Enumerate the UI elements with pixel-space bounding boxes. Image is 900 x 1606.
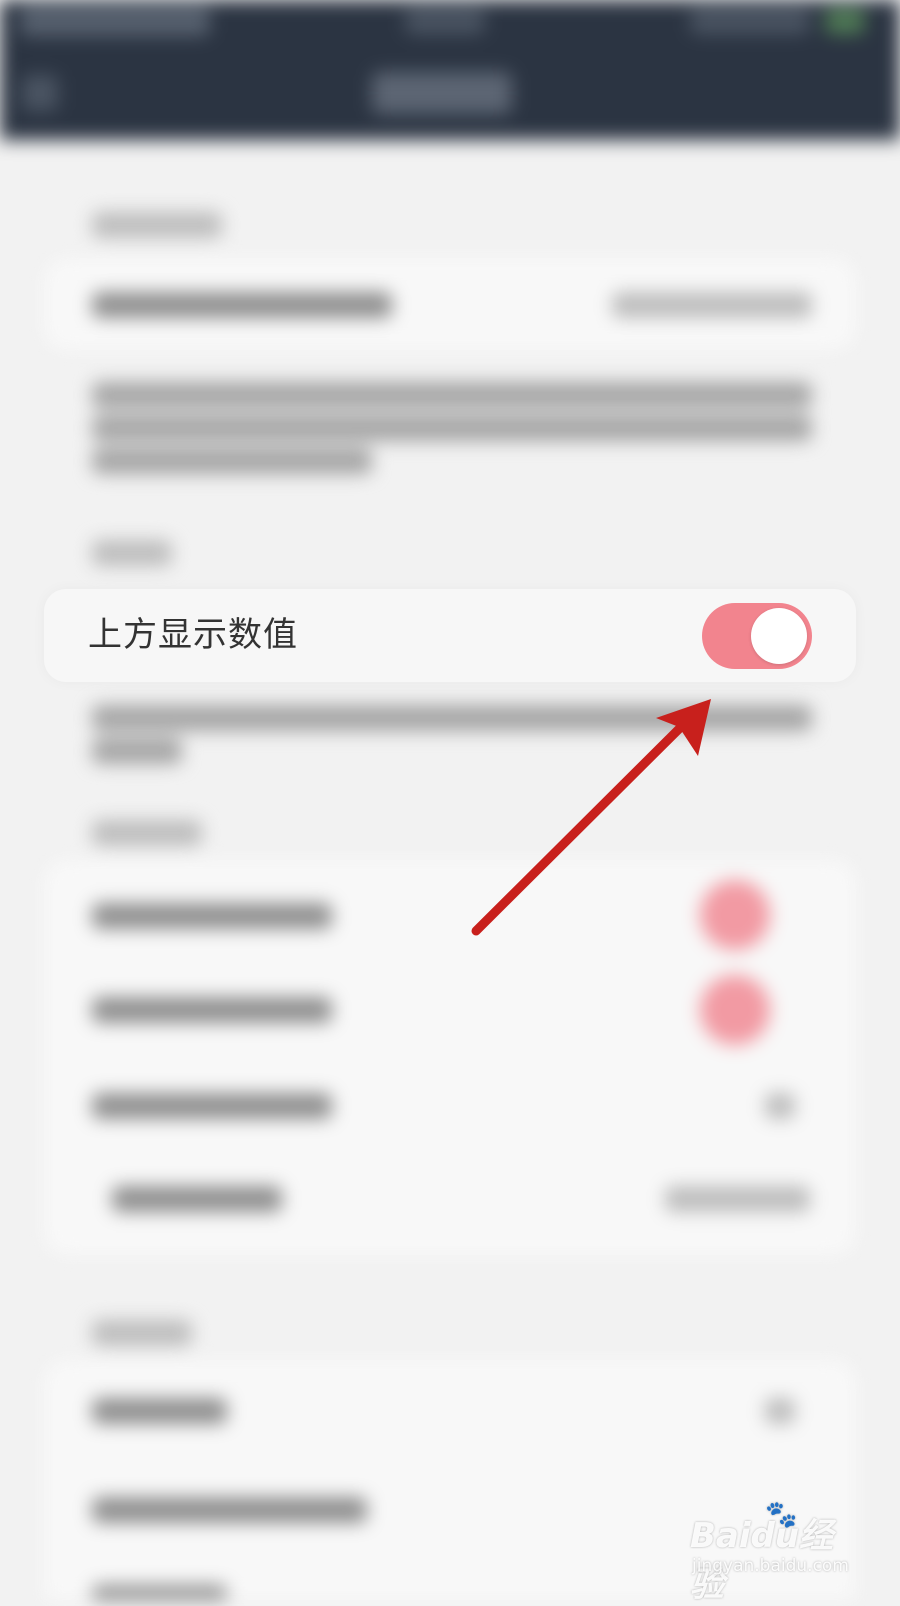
status-bar-left bbox=[20, 6, 210, 36]
description-text bbox=[92, 382, 812, 408]
back-icon bbox=[22, 75, 58, 111]
header-title bbox=[372, 72, 512, 114]
toggle-knob bbox=[751, 608, 807, 664]
chevron-right-icon bbox=[765, 1093, 795, 1119]
show-value-above-toggle[interactable] bbox=[702, 603, 812, 669]
setting-label bbox=[92, 997, 332, 1023]
toggle-on bbox=[700, 880, 770, 950]
battery-icon bbox=[825, 8, 865, 34]
description-text bbox=[92, 448, 372, 474]
description-text bbox=[92, 738, 182, 764]
chevron-right-icon bbox=[765, 1398, 795, 1424]
watermark-url: jingyan.baidu.com bbox=[692, 1556, 849, 1576]
section-heading bbox=[92, 540, 172, 566]
setting-label bbox=[112, 1186, 282, 1212]
setting-label bbox=[92, 292, 392, 318]
setting-label bbox=[92, 1398, 227, 1424]
setting-label bbox=[92, 1497, 367, 1523]
setting-label: 上方显示数值 bbox=[88, 615, 298, 655]
description-text bbox=[92, 415, 812, 441]
setting-label bbox=[92, 903, 332, 929]
section-heading bbox=[92, 820, 202, 846]
baidu-watermark: 🐾 Baidu经验 jingyan.baidu.com bbox=[690, 1500, 865, 1605]
description-text bbox=[92, 705, 812, 731]
section-heading bbox=[92, 212, 222, 238]
blurred-background bbox=[0, 0, 900, 1600]
setting-label bbox=[92, 1093, 332, 1119]
toggle-on bbox=[700, 975, 770, 1045]
status-bar-time bbox=[405, 8, 485, 34]
header-bar bbox=[0, 0, 900, 140]
setting-row-show-value-above: 上方显示数值 bbox=[44, 589, 856, 682]
status-bar-right bbox=[690, 8, 810, 34]
setting-label bbox=[92, 1585, 227, 1600]
setting-value bbox=[665, 1186, 810, 1212]
section-heading bbox=[92, 1320, 192, 1346]
setting-value bbox=[612, 292, 812, 318]
